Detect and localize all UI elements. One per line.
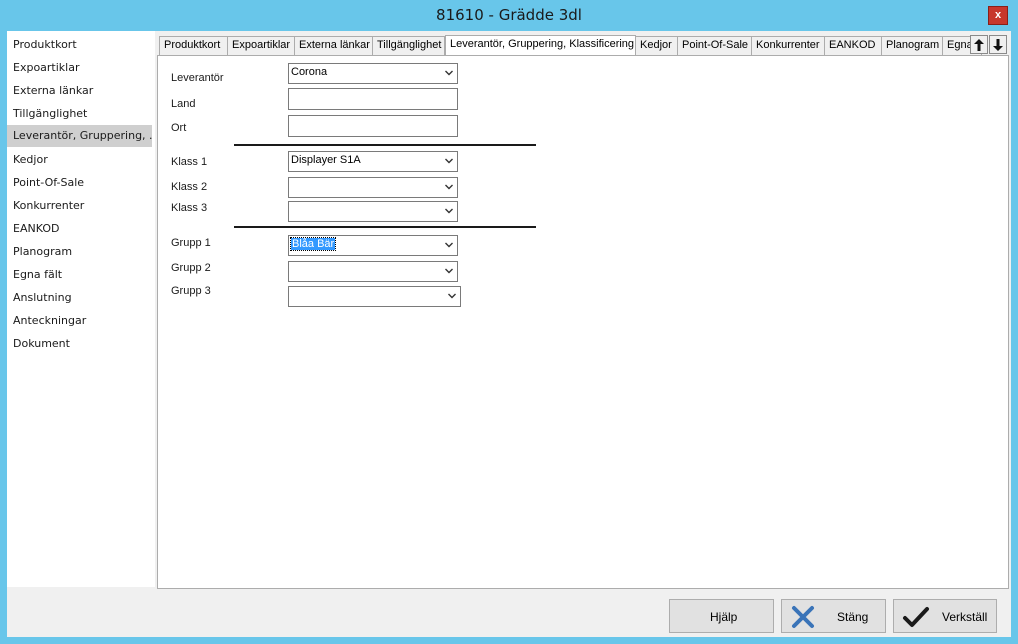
tab-leverantor-gruppering-klassificering[interactable]: Leverantör, Gruppering, Klassificering (445, 35, 636, 55)
tab-konkurrenter[interactable]: Konkurrenter (751, 36, 825, 55)
tab-expoartiklar[interactable]: Expoartiklar (227, 36, 295, 55)
sidebar-item-externa-lankar[interactable]: Externa länkar (7, 80, 152, 102)
arrow-up-icon (974, 39, 984, 51)
sidebar-item-egna-falt[interactable]: Egna fält (7, 264, 152, 286)
grupp1-label: Grupp 1 (171, 237, 211, 249)
land-label: Land (171, 98, 196, 110)
leverantor-value: Corona (291, 66, 328, 78)
sidebar-item-konkurrenter[interactable]: Konkurrenter (7, 195, 152, 217)
klass3-select[interactable] (288, 201, 458, 222)
tab-scroll-up-button[interactable] (970, 35, 988, 54)
chevron-down-icon (445, 184, 453, 190)
chevron-down-icon (445, 242, 453, 248)
close-button[interactable]: Stäng (781, 599, 886, 633)
tab-tillganglighet[interactable]: Tillgänglighet (372, 36, 445, 55)
sidebar-item-produktkort[interactable]: Produktkort (7, 34, 152, 56)
check-icon (903, 607, 929, 627)
window-close-button[interactable]: x (988, 6, 1008, 25)
grupp1-value: Blåa Bär (289, 237, 337, 251)
sidebar-item-eankod[interactable]: EANKOD (7, 218, 152, 240)
klass1-value: Displayer S1A (291, 154, 361, 166)
help-button-label: Hjälp (710, 610, 738, 624)
tab-strip: Produktkort Expoartiklar Externa länkar … (157, 35, 1009, 55)
chevron-down-icon (445, 208, 453, 214)
tab-point-of-sale[interactable]: Point-Of-Sale (677, 36, 752, 55)
sidebar-item-dokument[interactable]: Dokument (7, 333, 152, 355)
separator-line (234, 226, 536, 228)
tab-produktkort[interactable]: Produktkort (159, 36, 228, 55)
sidebar-item-point-of-sale[interactable]: Point-Of-Sale (7, 172, 152, 194)
sidebar-item-kedjor[interactable]: Kedjor (7, 149, 152, 171)
sidebar-item-anteckningar[interactable]: Anteckningar (7, 310, 152, 332)
grupp3-select[interactable] (288, 286, 461, 307)
tab-panel: Leverantör Corona Land Ort Klass 1 Displ… (157, 55, 1009, 589)
title-bar: 81610 - Grädde 3dl x (0, 0, 1018, 30)
chevron-down-icon (445, 70, 453, 76)
klass2-label: Klass 2 (171, 181, 208, 193)
grupp3-label: Grupp 3 (171, 285, 211, 297)
ort-label: Ort (171, 122, 187, 134)
close-button-label: Stäng (837, 610, 869, 624)
separator-line (234, 144, 536, 146)
window-client: Produktkort Expoartiklar Externa länkar … (7, 31, 1011, 637)
sidebar-nav: Produktkort Expoartiklar Externa länkar … (7, 31, 155, 587)
grupp1-select[interactable]: Blåa Bär (288, 235, 458, 256)
window-title: 81610 - Grädde 3dl (436, 6, 582, 24)
sidebar-item-planogram[interactable]: Planogram (7, 241, 152, 263)
sidebar-item-anslutning[interactable]: Anslutning (7, 287, 152, 309)
sidebar-item-leverantor[interactable]: Leverantör, Gruppering, ... (7, 125, 152, 147)
chevron-down-icon (448, 293, 456, 299)
sidebar-item-expoartiklar[interactable]: Expoartiklar (7, 57, 152, 79)
tab-eankod[interactable]: EANKOD (824, 36, 882, 55)
klass1-select[interactable]: Displayer S1A (288, 151, 458, 172)
land-input[interactable] (288, 88, 458, 110)
chevron-down-icon (445, 268, 453, 274)
sidebar-item-tillganglighet[interactable]: Tillgänglighet (7, 103, 152, 125)
chevron-down-icon (445, 158, 453, 164)
tab-scroll-down-button[interactable] (989, 35, 1007, 54)
x-icon (792, 606, 814, 628)
leverantor-label: Leverantör (171, 72, 224, 84)
app-window: 81610 - Grädde 3dl x Produktkort Expoart… (0, 0, 1018, 644)
execute-button-label: Verkställ (942, 610, 988, 624)
ort-input[interactable] (288, 115, 458, 137)
tab-kedjor[interactable]: Kedjor (635, 36, 678, 55)
grupp2-label: Grupp 2 (171, 262, 211, 274)
execute-button[interactable]: Verkställ (893, 599, 997, 633)
klass3-label: Klass 3 (171, 202, 208, 214)
klass2-select[interactable] (288, 177, 458, 198)
help-button[interactable]: Hjälp (669, 599, 774, 633)
klass1-label: Klass 1 (171, 156, 208, 168)
tab-externa-lankar[interactable]: Externa länkar (294, 36, 373, 55)
leverantor-select[interactable]: Corona (288, 63, 458, 84)
grupp2-select[interactable] (288, 261, 458, 282)
arrow-down-icon (993, 39, 1003, 51)
tab-planogram[interactable]: Planogram (881, 36, 943, 55)
